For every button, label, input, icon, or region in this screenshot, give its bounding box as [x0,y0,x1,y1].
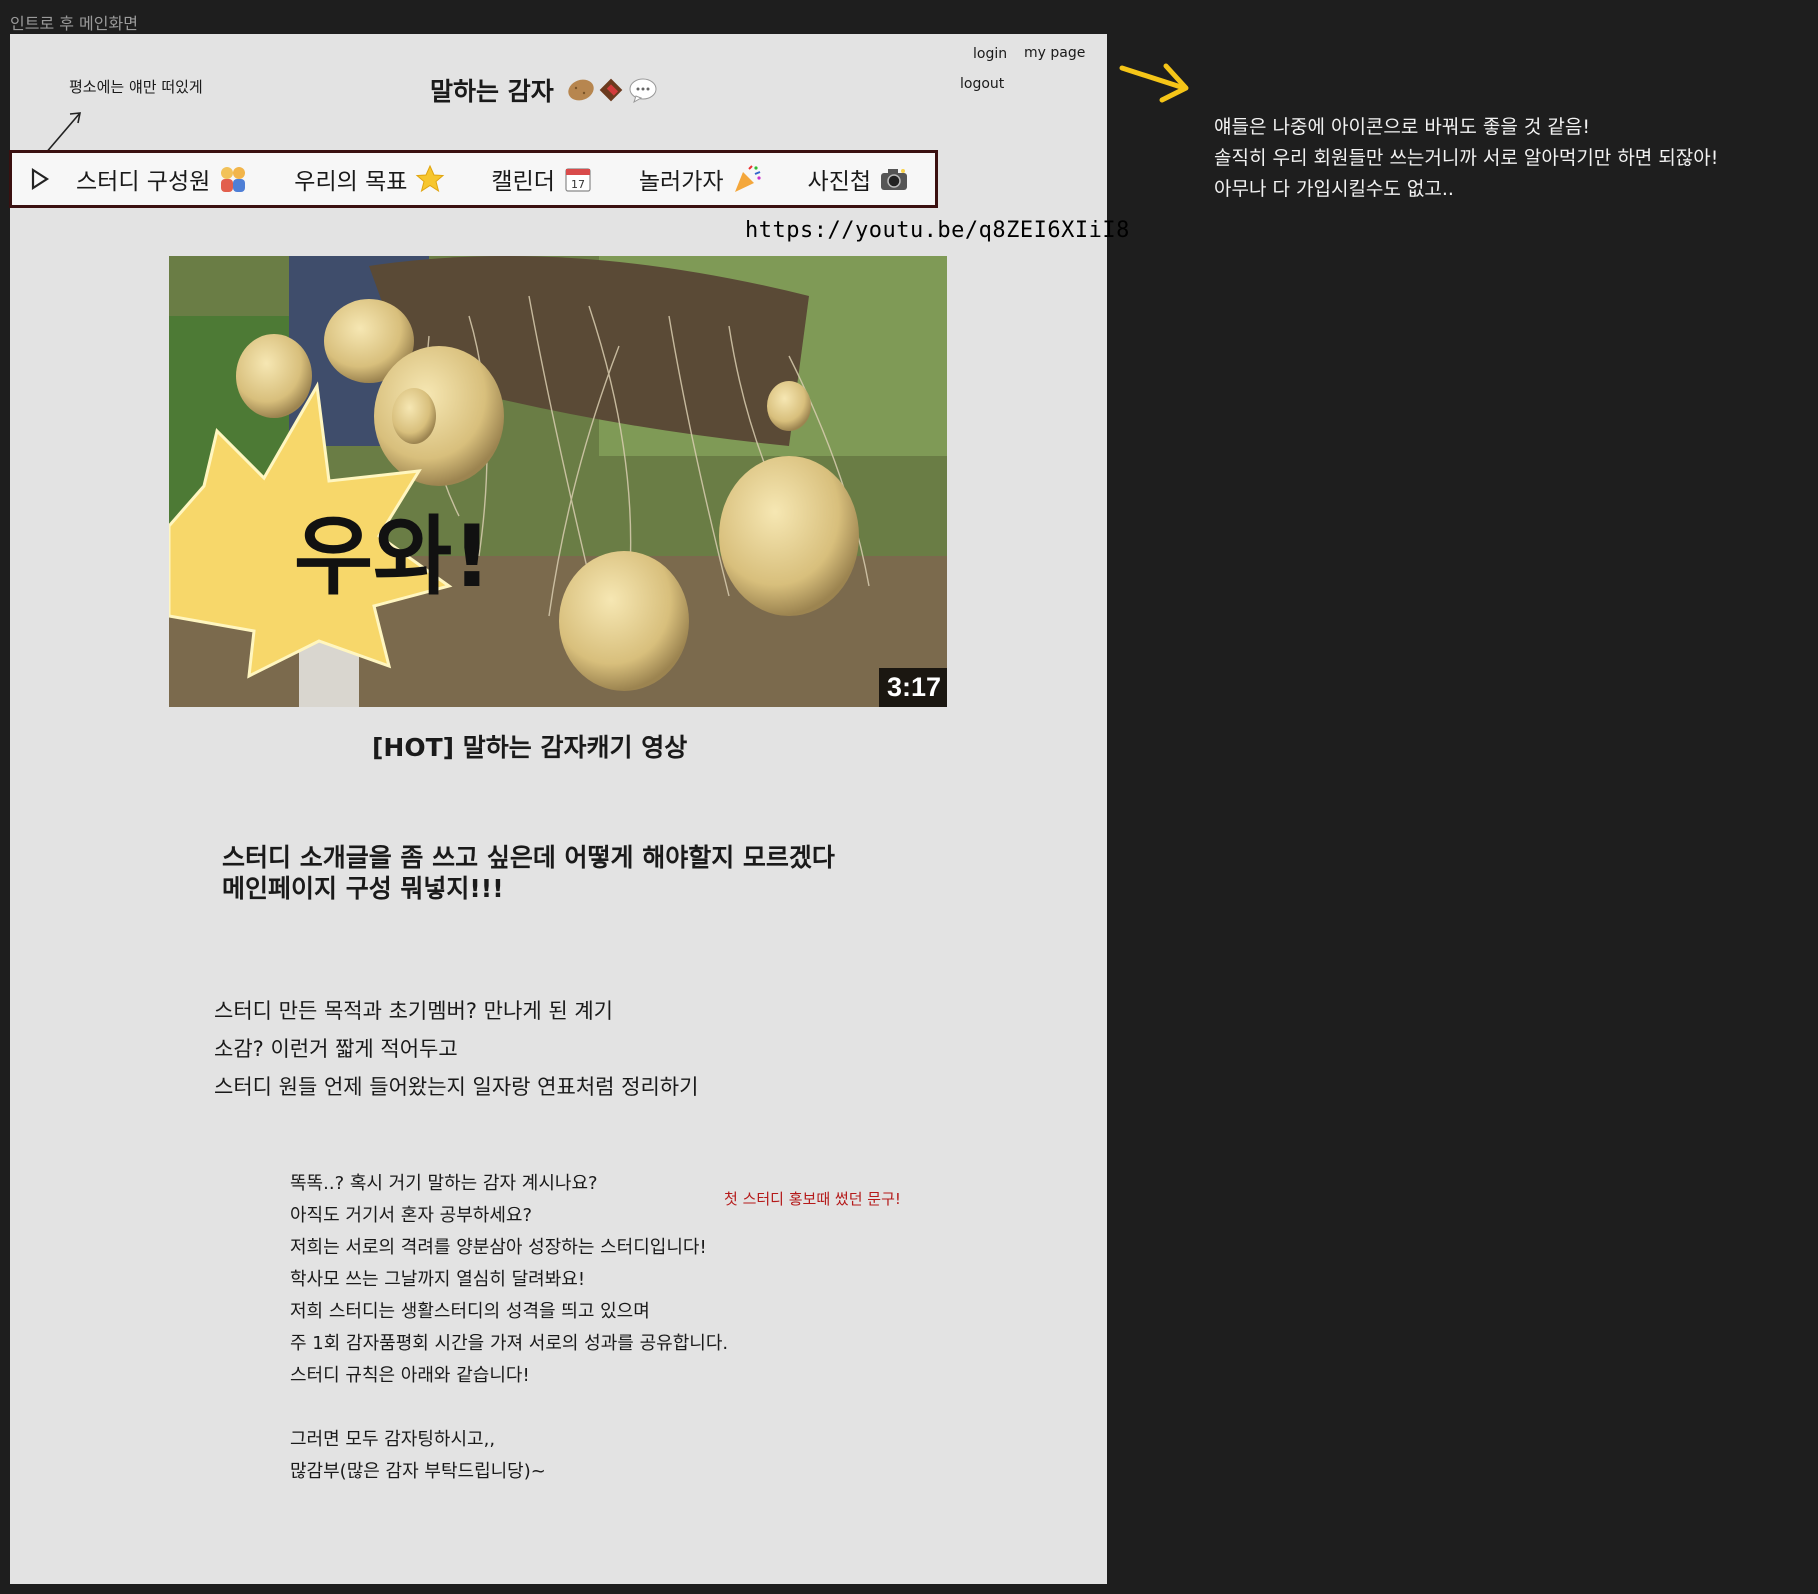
video-duration: 3:17 [878,668,947,707]
site-title: 말하는 감자 [430,72,658,108]
intro-line: 아직도 거기서 혼자 공부하세요? [290,1205,532,1226]
side-note-line: 얘들은 나중에 아이콘으로 바꿔도 좋을 것 같음! [1214,116,1590,138]
party-popper-emoji-icon [734,165,761,192]
main-canvas: 평소에는 얘만 떠있게 말하는 감자 login my page logout [9,34,1129,1584]
svg-text:17: 17 [571,178,585,191]
nav-item-label: 놀러가자 [638,169,724,195]
frame-label: 인트로 후 메인화면 [10,14,138,33]
headline-line: 메인페이지 구성 뭐넣지!!! [222,874,504,903]
annotation-note: 평소에는 얘만 떠있게 [69,78,203,96]
intro-line: 많감부(많은 감자 부탁드립니당)~ [290,1461,546,1482]
potato-harvest-image: 우와! [169,256,947,707]
video-url[interactable]: https://youtu.be/q8ZEI6XIiI8 [745,218,1130,243]
title-icons [566,77,658,103]
nav-item-label: 사진첩 [807,169,872,195]
plan-line: 스터디 원들 언제 들어왔는지 일자랑 연표처럼 정리하기 [214,1075,699,1099]
plan-notes: 스터디 만든 목적과 초기멤버? 만나게 된 계기 소감? 이런거 짧게 적어두… [214,992,698,1106]
intro-line: 그러면 모두 감자팅하시고,, [290,1429,496,1450]
logout-link[interactable]: logout [960,76,1004,92]
intro-line: 스터디 규칙은 아래와 같습니다! [290,1365,530,1386]
thumbnail-text: 우와! [294,507,491,607]
calendar-emoji-icon: 17 [565,168,591,192]
side-note-line: 솔직히 우리 회원들만 쓰는거니까 서로 알아먹기만 하면 되잖아! [1214,147,1719,169]
nav-item-label: 우리의 목표 [294,169,408,195]
camera-emoji-icon [881,169,908,190]
nav-item-members[interactable]: 스터디 구성원 [76,162,248,196]
video-caption: [HOT] 말하는 감자캐기 영상 [372,733,688,762]
headline-line: 스터디 소개글을 좀 쓰고 싶은데 어떻게 해야할지 모르겠다 [222,843,835,872]
speech-bubble-icon [629,78,657,103]
video-thumbnail[interactable]: 우와! 3:17 [169,256,947,707]
intro-text: 똑똑..? 혹시 거기 말하는 감자 계시나요? 아직도 거기서 혼자 공부하세… [290,1168,728,1488]
play-icon[interactable] [30,168,50,190]
nav-item-calendar[interactable]: 캘린더 17 [491,162,592,196]
login-link[interactable]: login [973,46,1007,62]
nav-item-goals[interactable]: 우리의 목표 [294,162,445,196]
nav-item-album[interactable]: 사진첩 [808,162,909,196]
chocolate-icon [599,78,623,102]
star-emoji-icon [416,164,445,193]
people-emoji-icon [221,167,246,192]
intro-line: 학사모 쓰는 그날까지 열심히 달려봐요! [290,1269,586,1290]
nav-item-label: 스터디 구성원 [76,169,211,195]
plan-line: 스터디 만든 목적과 초기멤버? 만나게 된 계기 [214,999,613,1023]
red-annotation: 첫 스터디 홍보때 썼던 문구! [724,1190,901,1208]
mypage-link[interactable]: my page [1024,45,1085,61]
intro-line: 저희 스터디는 생활스터디의 성격을 띄고 있으며 [290,1301,650,1322]
site-title-text: 말하는 감자 [430,77,554,106]
side-note-line: 아무나 다 가입시킬수도 없고.. [1214,178,1454,200]
side-notes: 얘들은 나중에 아이콘으로 바꿔도 좋을 것 같음! 솔직히 우리 회원들만 쓰… [1214,112,1718,205]
yellow-arrow-icon [1119,63,1189,103]
nav-item-label: 캘린더 [491,169,555,195]
potato-icon [568,79,594,101]
intro-line: 주 1회 감자품평회 시간을 가져 서로의 성과를 공유합니다. [290,1333,729,1354]
plan-line: 소감? 이런거 짧게 적어두고 [214,1037,458,1061]
nav-item-outing[interactable]: 놀러가자 [639,162,762,196]
intro-line: 똑똑..? 혹시 거기 말하는 감자 계시나요? [290,1173,598,1194]
intro-line: 저희는 서로의 격려를 양분삼아 성장하는 스터디입니다! [290,1237,707,1258]
nav-bar: 스터디 구성원 우리의 목표 캘린더 17 놀러가자 사진첩 [9,150,938,208]
headline: 스터디 소개글을 좀 쓰고 싶은데 어떻게 해야할지 모르겠다 메인페이지 구성… [222,842,1022,904]
